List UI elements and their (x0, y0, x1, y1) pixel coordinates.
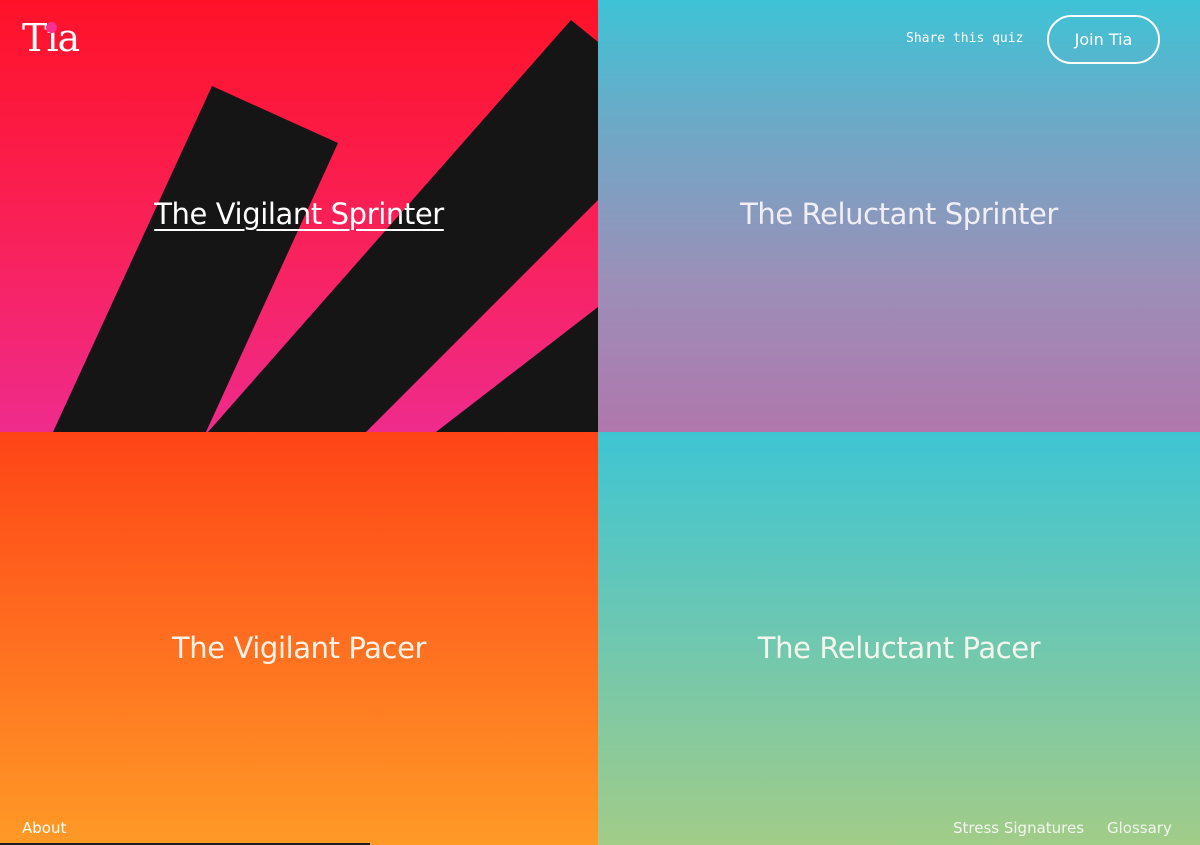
share-quiz-link[interactable]: Share this quiz (906, 31, 1023, 46)
tile-reluctant-pacer[interactable]: The Reluctant Pacer (598, 432, 1200, 845)
tile-title: The Vigilant Pacer (171, 630, 427, 665)
quiz-result-grid: The Vigilant Sprinter The Reluctant Spri… (0, 0, 1200, 845)
tile-vigilant-pacer[interactable]: The Vigilant Pacer (0, 432, 598, 845)
tile-title: The Vigilant Sprinter (154, 197, 444, 231)
tile-vigilant-sprinter[interactable]: The Vigilant Sprinter (0, 0, 598, 432)
join-tia-button[interactable]: Join Tia (1047, 15, 1160, 64)
footer-about-link[interactable]: About (22, 819, 66, 837)
tia-logo[interactable]: Tia (22, 18, 84, 62)
tile-title: The Reluctant Pacer (757, 630, 1041, 665)
tile-reluctant-sprinter[interactable]: The Reluctant Sprinter (598, 0, 1200, 432)
tile-title: The Reluctant Sprinter (740, 197, 1058, 231)
footer-glossary-link[interactable]: Glossary (1107, 819, 1172, 837)
footer-stress-signatures-link[interactable]: Stress Signatures (953, 819, 1084, 837)
logo-dot-icon (46, 22, 57, 33)
